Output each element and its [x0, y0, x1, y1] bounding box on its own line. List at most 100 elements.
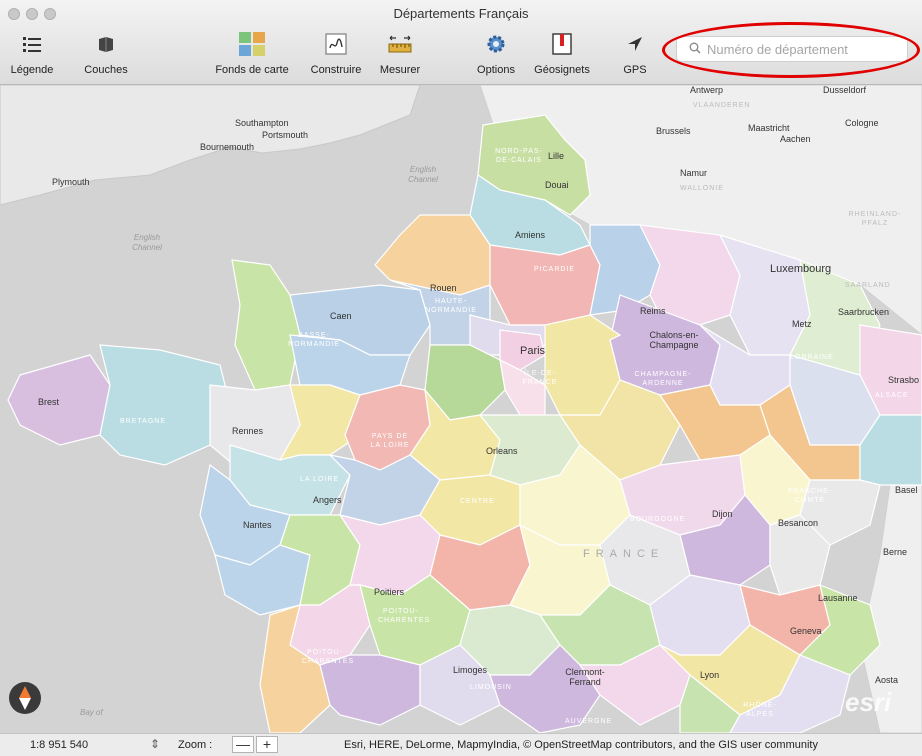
- region-label-limousin: LIMOUSIN: [470, 684, 512, 691]
- region-label-centre: CENTRE: [460, 498, 495, 505]
- city-label-luxembourg: Luxembourg: [770, 263, 832, 275]
- ruler-icon: [372, 30, 428, 58]
- city-label-amiens: Amiens: [515, 230, 546, 240]
- city-label-clermont: Clermont-Ferrand: [565, 667, 605, 687]
- bookmark-icon: [530, 30, 594, 58]
- city-label-limoges: Limoges: [453, 665, 488, 675]
- city-label-maastricht: Maastricht: [748, 123, 790, 133]
- city-label-nantes: Nantes: [243, 520, 272, 530]
- city-label-plymouth: Plymouth: [52, 177, 90, 187]
- city-label-namur: Namur: [680, 168, 708, 178]
- region-label-rhone-alpes: RHÔNE-ALPES: [743, 702, 777, 718]
- build-label: Construire: [310, 64, 362, 76]
- city-label-caen: Caen: [330, 311, 352, 321]
- city-label-bournemouth: Bournemouth: [200, 142, 255, 152]
- basemaps-button[interactable]: Fonds de carte: [204, 30, 300, 76]
- legend-button[interactable]: Légende: [4, 30, 60, 76]
- department-search-input[interactable]: [705, 40, 907, 58]
- layers-icon: [74, 30, 138, 58]
- options-label: Options: [477, 64, 515, 76]
- water-label-channel-1: English Channel: [408, 165, 438, 184]
- basemaps-label: Fonds de carte: [215, 64, 289, 76]
- region-label-auvergne: AUVERGNE: [565, 718, 613, 725]
- toolbar: Départements Français Légende Couches Fo…: [0, 0, 922, 85]
- compass-icon: [19, 686, 31, 710]
- region-label-saarland: SAARLAND: [845, 282, 891, 289]
- city-label-saarbrucken: Saarbrucken: [838, 307, 890, 317]
- options-button[interactable]: Options: [472, 30, 520, 76]
- esri-logo: esri: [845, 687, 892, 717]
- city-label-aachen: Aachen: [780, 134, 811, 144]
- map-attribution: Esri, HERE, DeLorme, MapmyIndia, © OpenS…: [344, 739, 818, 751]
- city-label-besancon: Besancon: [778, 518, 819, 528]
- city-label-berne: Berne: [883, 547, 908, 557]
- city-label-paris: Paris: [520, 345, 546, 357]
- city-label-aosta: Aosta: [875, 675, 899, 685]
- city-label-lille: Lille: [548, 151, 565, 161]
- region-label-alsace: ALSACE: [875, 392, 909, 399]
- region-label-haute-normandie: HAUTE-NORMANDIE: [425, 298, 477, 314]
- region-label-franche-comte: FRANCHE-COMTÉ: [787, 488, 833, 504]
- city-label-lausanne: Lausanne: [818, 593, 858, 603]
- compass-button[interactable]: [9, 682, 41, 714]
- region-label-basse-normandie: BASSE-NORMANDIE: [288, 332, 340, 348]
- region-label-pays-de-la-loire: PAYS DE LA LOIRE: [370, 433, 410, 449]
- country-label-france: FRANCE: [583, 548, 665, 560]
- map-canvas: [0, 85, 922, 733]
- map-scale: 1:8 951 540: [30, 739, 89, 751]
- region-label-champagne: CHAMPAGNE-ARDENNE: [634, 371, 692, 387]
- city-label-rennes: Rennes: [232, 426, 264, 436]
- region-label-lorraine: LORRAINE: [790, 354, 834, 361]
- gps-label: GPS: [623, 64, 647, 76]
- city-label-reims: Reims: [640, 306, 666, 316]
- region-label-poitou: POITOU-CHARENTES: [378, 608, 431, 624]
- basemap-gallery-icon: [204, 30, 300, 58]
- layers-button[interactable]: Couches: [74, 30, 138, 76]
- region-label-bretagne: BRETAGNE: [120, 418, 166, 425]
- search-icon: [689, 42, 701, 57]
- city-label-chalons: Chalons-en-Champagne: [649, 330, 699, 350]
- city-label-dijon: Dijon: [712, 509, 733, 519]
- measure-button[interactable]: Mesurer: [372, 30, 428, 76]
- build-button[interactable]: Construire: [304, 30, 368, 76]
- city-label-angers: Angers: [313, 495, 342, 505]
- zoom-out-button[interactable]: —: [232, 736, 254, 753]
- city-label-lyon: Lyon: [700, 670, 720, 680]
- location-arrow-icon: [618, 30, 652, 58]
- window-title: Départements Français: [393, 6, 529, 21]
- region-label-wallonie: WALLONIE: [680, 185, 724, 192]
- search-field[interactable]: [676, 36, 908, 62]
- zoom-in-button[interactable]: +: [256, 736, 278, 753]
- bookmarks-label: Géosignets: [534, 64, 590, 76]
- status-bar: 1:8 951 540 ⇕ Zoom : — + Esri, HERE, DeL…: [0, 733, 922, 756]
- city-label-dusseldorf: Dusseldorf: [823, 85, 867, 95]
- city-label-cologne: Cologne: [845, 118, 879, 128]
- region-label-nord: NORD-PAS-DE-CALAIS: [495, 148, 543, 164]
- region-label-vlaanderen: VLAANDEREN: [693, 102, 751, 109]
- list-icon: [4, 30, 60, 58]
- scale-stepper-icon[interactable]: ⇕: [150, 737, 160, 751]
- city-label-brest: Brest: [38, 397, 60, 407]
- region-label-bourgogne: BOURGOGNE: [630, 516, 686, 523]
- city-label-douai: Douai: [545, 180, 569, 190]
- water-label-bay: Bay of: [80, 708, 103, 717]
- city-label-brussels: Brussels: [656, 126, 691, 136]
- city-label-portsmouth: Portsmouth: [262, 130, 309, 140]
- city-label-poitiers: Poitiers: [374, 587, 405, 597]
- city-label-southampton: Southampton: [235, 118, 289, 128]
- legend-label: Légende: [10, 64, 54, 76]
- measure-label: Mesurer: [379, 64, 421, 76]
- city-label-orleans: Orleans: [486, 446, 518, 456]
- region-label-charente: POITOU-CHARENTES: [302, 649, 355, 665]
- region-label-la-loire: LA LOIRE: [300, 476, 340, 483]
- map-view[interactable]: Southampton Portsmouth Bournemouth Plymo…: [0, 85, 922, 733]
- bookmarks-button[interactable]: Géosignets: [530, 30, 594, 76]
- gear-icon: [472, 30, 520, 58]
- layers-label: Couches: [84, 64, 128, 76]
- city-label-basel: Basel: [895, 485, 918, 495]
- region-label-rheinland: RHEINLAND-PFALZ: [848, 211, 902, 227]
- city-label-geneva: Geneva: [790, 626, 822, 636]
- region-label-ile-de-france: ÎLE-DE-FRANCE: [522, 370, 558, 386]
- city-label-rouen: Rouen: [430, 283, 457, 293]
- gps-button[interactable]: GPS: [618, 30, 652, 76]
